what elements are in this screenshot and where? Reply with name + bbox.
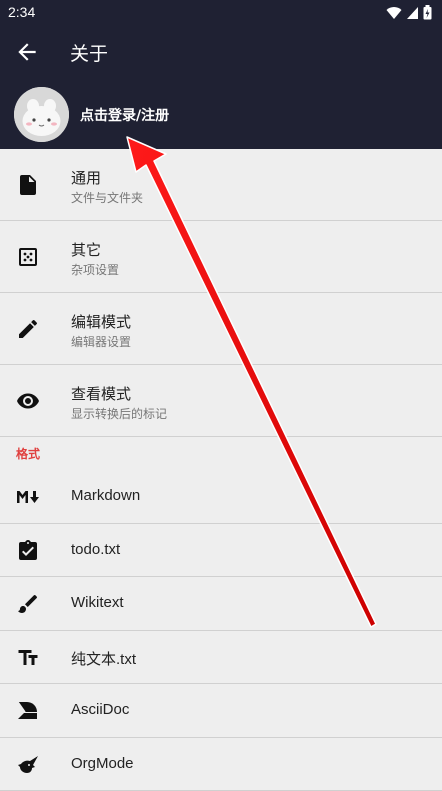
format-item-plaintext[interactable]: 纯文本.txt: [0, 631, 442, 685]
unicorn-icon: [16, 753, 40, 777]
page-title: 关于: [70, 39, 108, 66]
settings-item-subtitle: 编辑器设置: [71, 333, 131, 350]
avatar-face-icon: [14, 87, 69, 142]
eye-icon: [16, 389, 40, 413]
markdown-icon: [16, 485, 40, 509]
battery-icon: [423, 5, 432, 20]
login-register-link[interactable]: 点击登录/注册: [80, 105, 169, 125]
settings-item-title: 通用: [71, 167, 101, 188]
profile-header[interactable]: 点击登录/注册: [0, 78, 442, 149]
settings-item-general[interactable]: 通用 文件与文件夹: [0, 149, 442, 221]
wifi-icon: [386, 6, 402, 20]
pencil-icon: [16, 317, 40, 341]
format-label: AsciiDoc: [71, 701, 129, 718]
section-title: 格式: [16, 445, 40, 462]
status-icons: [386, 5, 432, 20]
settings-list: 通用 文件与文件夹 其它 杂项设置 编辑模式 编辑器设置 查看模式 显示转换后的…: [0, 149, 442, 791]
settings-item-subtitle: 杂项设置: [71, 261, 119, 278]
clipboard-check-icon: [16, 539, 40, 563]
asciidoc-icon: [16, 699, 40, 723]
format-label: Markdown: [71, 487, 140, 504]
avatar[interactable]: [14, 87, 69, 142]
format-label: todo.txt: [71, 541, 120, 558]
format-item-asciidoc[interactable]: AsciiDoc: [0, 684, 442, 738]
format-label: Wikitext: [71, 594, 124, 611]
format-item-markdown[interactable]: Markdown: [0, 470, 442, 524]
format-item-wikitext[interactable]: Wikitext: [0, 577, 442, 631]
format-item-todotxt[interactable]: todo.txt: [0, 524, 442, 578]
app-bar: 关于: [0, 26, 442, 78]
settings-item-view-mode[interactable]: 查看模式 显示转换后的标记: [0, 365, 442, 437]
settings-item-subtitle: 显示转换后的标记: [71, 405, 167, 422]
back-arrow-icon[interactable]: [14, 39, 40, 65]
format-label: 纯文本.txt: [71, 648, 136, 669]
file-icon: [16, 173, 40, 197]
format-item-orgmode[interactable]: OrgMode: [0, 738, 442, 791]
brush-icon: [16, 592, 40, 616]
settings-item-title: 查看模式: [71, 383, 131, 404]
signal-icon: [406, 6, 419, 20]
settings-item-title: 编辑模式: [71, 311, 131, 332]
settings-item-edit-mode[interactable]: 编辑模式 编辑器设置: [0, 293, 442, 365]
settings-item-title: 其它: [71, 239, 101, 260]
format-label: OrgMode: [71, 755, 134, 772]
settings-item-subtitle: 文件与文件夹: [71, 189, 143, 206]
text-format-icon: [16, 646, 40, 670]
status-time: 2:34: [8, 4, 35, 20]
dice-icon: [16, 245, 40, 269]
formats-section-header: 格式: [0, 437, 442, 470]
status-bar: 2:34: [0, 0, 442, 26]
settings-item-misc[interactable]: 其它 杂项设置: [0, 221, 442, 293]
